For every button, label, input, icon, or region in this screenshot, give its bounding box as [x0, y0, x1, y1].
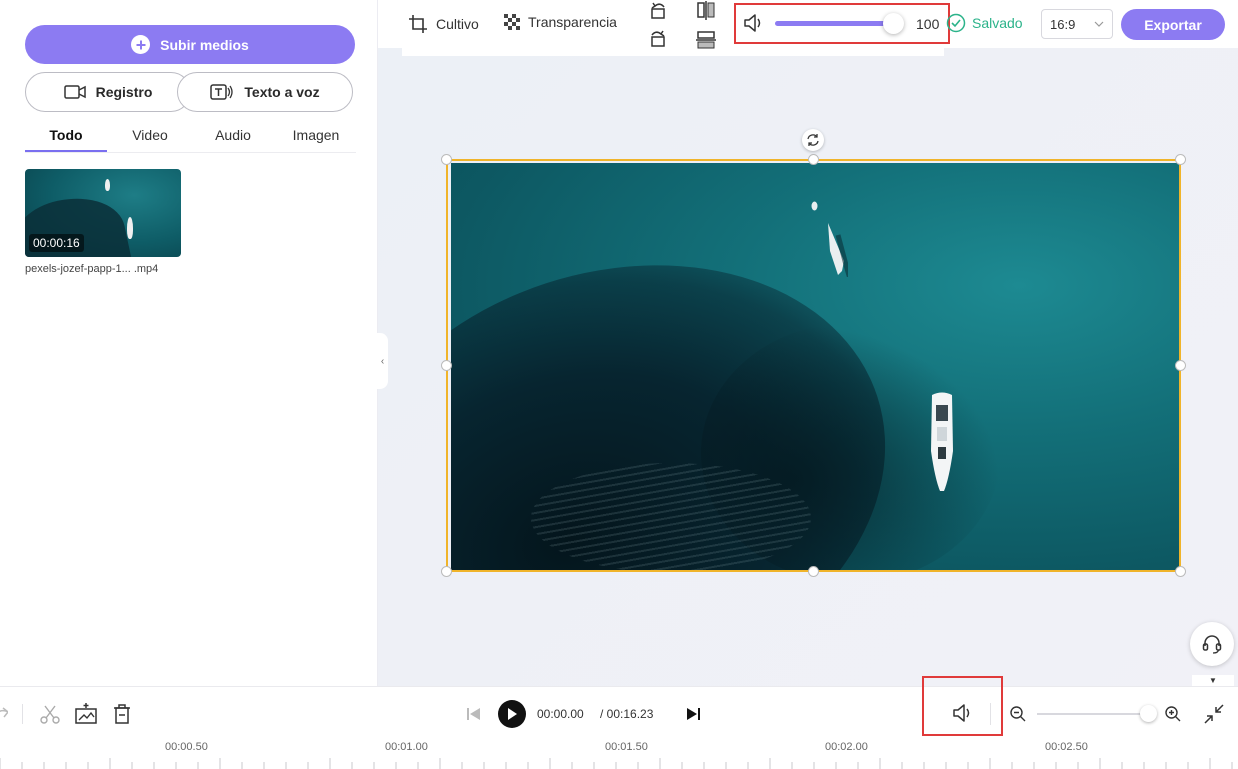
upload-media-button[interactable]: Subir medios: [25, 25, 355, 64]
camera-icon: [63, 84, 86, 100]
play-button[interactable]: [498, 700, 526, 728]
volume-slider-track[interactable]: [775, 21, 895, 26]
crop-label: Cultivo: [436, 16, 479, 32]
resize-handle-bottom-left[interactable]: [441, 566, 452, 577]
record-button[interactable]: Registro: [25, 72, 191, 112]
aspect-ratio-select[interactable]: 16:9: [1041, 9, 1113, 39]
record-label: Registro: [95, 84, 153, 100]
ruler-label: 00:01.00: [385, 741, 428, 753]
resize-handle-left[interactable]: [441, 360, 452, 371]
rotate-right-icon[interactable]: [647, 28, 669, 50]
collapse-panel-button[interactable]: ‹: [377, 333, 388, 389]
zoom-slider-track[interactable]: [1037, 713, 1149, 715]
current-time: 00:00.00: [537, 707, 584, 721]
rotate-handle[interactable]: [802, 129, 824, 151]
ruler-label: 00:02.00: [825, 741, 868, 753]
skip-to-start-icon[interactable]: [462, 702, 486, 726]
media-thumbnail[interactable]: 00:00:16: [25, 169, 181, 257]
split-scissors-icon[interactable]: [38, 702, 62, 726]
volume-slider-thumb[interactable]: [883, 13, 904, 34]
video-preview[interactable]: [451, 163, 1179, 571]
chevron-left-icon: ‹: [380, 355, 385, 367]
caret-down-icon: ▼: [1209, 676, 1217, 685]
crop-icon: [408, 14, 428, 34]
boat-small: [828, 223, 848, 277]
resize-handle-right[interactable]: [1175, 360, 1186, 371]
tab-image[interactable]: Imagen: [279, 127, 353, 143]
resize-handle-top-right[interactable]: [1175, 154, 1186, 165]
resize-handle-bottom-right[interactable]: [1175, 566, 1186, 577]
zoom-out-icon[interactable]: [1009, 705, 1027, 723]
resize-handle-bottom[interactable]: [808, 566, 819, 577]
text-to-speech-label: Texto a voz: [244, 84, 320, 100]
freeze-frame-icon[interactable]: [74, 702, 98, 726]
chevron-down-icon: [1094, 21, 1104, 27]
support-button[interactable]: [1190, 622, 1234, 666]
export-button[interactable]: Exportar: [1121, 9, 1225, 40]
collapse-timeline-icon[interactable]: [1203, 703, 1225, 725]
saved-status: Salvado: [946, 13, 1023, 33]
zoom-divider: [990, 703, 991, 725]
upload-media-label: Subir medios: [160, 36, 249, 53]
text-to-speech-button[interactable]: Texto a voz: [177, 72, 353, 112]
water-sparkle: [531, 463, 811, 571]
boat-large: [931, 392, 953, 491]
redo-icon[interactable]: [0, 704, 8, 724]
delete-icon[interactable]: [110, 702, 134, 726]
resize-handle-top[interactable]: [808, 154, 819, 165]
check-circle-icon: [946, 13, 966, 33]
aspect-ratio-value: 16:9: [1050, 16, 1076, 32]
media-duration: 00:00:16: [29, 234, 84, 252]
scroll-down-button[interactable]: ▼: [1192, 675, 1234, 686]
speaker-icon[interactable]: [743, 13, 765, 33]
rotate-icon: [806, 133, 820, 147]
tab-divider: [25, 152, 356, 153]
thumbnail-boat-small: [105, 179, 110, 191]
tab-video[interactable]: Video: [113, 127, 187, 143]
plus-circle-icon: [131, 35, 151, 54]
toolbar-extension: [402, 48, 944, 56]
flip-horizontal-icon[interactable]: [695, 0, 717, 22]
crop-tool[interactable]: Cultivo: [408, 14, 479, 34]
zoom-slider-thumb[interactable]: [1140, 705, 1157, 722]
timeline-ruler[interactable]: [0, 758, 1238, 769]
media-filename: pexels-jozef-papp-1... .mp4: [25, 263, 159, 275]
rotate-left-icon[interactable]: [647, 0, 669, 22]
text-speech-icon: [210, 84, 234, 100]
skip-to-end-icon[interactable]: [682, 702, 706, 726]
volume-value: 100: [916, 16, 940, 32]
timeline-controls: [0, 686, 1238, 769]
saved-label: Salvado: [972, 15, 1023, 31]
transparency-tool[interactable]: Transparencia: [504, 14, 617, 30]
resize-handle-top-left[interactable]: [441, 154, 452, 165]
play-icon: [506, 707, 518, 721]
checker-icon: [504, 14, 520, 30]
flip-vertical-icon[interactable]: [695, 30, 717, 52]
ruler-label: 00:00.50: [165, 741, 208, 753]
transparency-label: Transparencia: [528, 14, 617, 30]
ruler-label: 00:01.50: [605, 741, 648, 753]
total-time: / 00:16.23: [600, 707, 654, 721]
ruler-label: 00:02.50: [1045, 741, 1088, 753]
toolbar-divider: [22, 704, 23, 724]
timeline-speaker-icon[interactable]: [952, 703, 974, 723]
zoom-in-icon[interactable]: [1164, 705, 1182, 723]
thumbnail-boat-large: [127, 217, 133, 239]
tab-audio[interactable]: Audio: [196, 127, 270, 143]
headset-icon: [1201, 633, 1223, 655]
boat-tiny: [811, 201, 818, 211]
tab-all[interactable]: Todo: [25, 127, 107, 143]
